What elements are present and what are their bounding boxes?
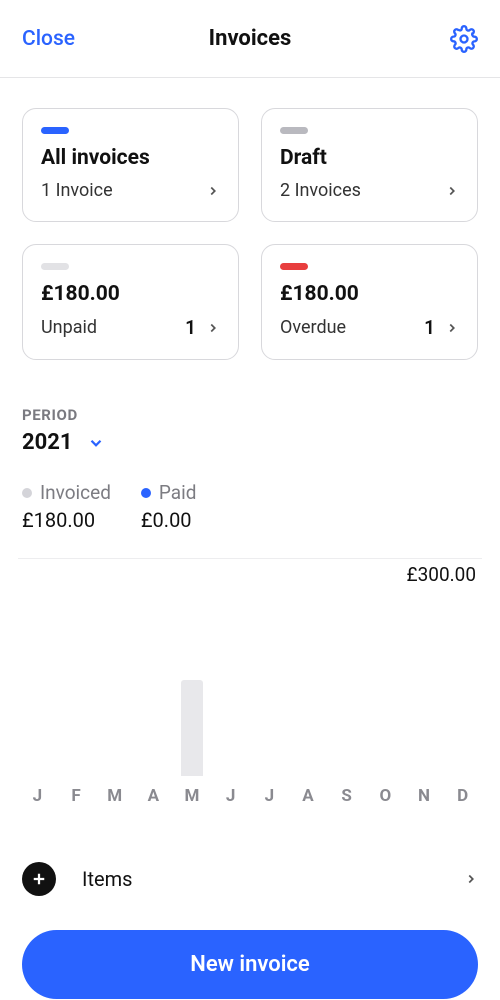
card-amount: £180.00 — [41, 282, 220, 306]
status-chip — [280, 127, 308, 134]
month-label: J — [250, 786, 289, 806]
legend-dot-icon — [22, 488, 32, 498]
card-subtitle: 1 Invoice — [41, 180, 113, 201]
month-label: J — [211, 786, 250, 806]
status-chip — [41, 127, 69, 134]
bar-cell — [95, 606, 134, 776]
bar-cell — [18, 606, 57, 776]
card-title: All invoices — [41, 146, 220, 170]
legend-name: Invoiced — [40, 481, 111, 504]
bar-cell — [211, 606, 250, 776]
bar-cell — [57, 606, 96, 776]
month-label: D — [443, 786, 482, 806]
month-label: O — [366, 786, 405, 806]
app-header: Close Invoices — [0, 0, 500, 78]
chevron-right-icon — [206, 321, 220, 335]
chevron-down-icon — [87, 434, 105, 452]
chevron-right-icon — [464, 872, 478, 886]
month-label: M — [95, 786, 134, 806]
legend-value: £0.00 — [141, 508, 197, 532]
bar-invoiced — [181, 680, 203, 776]
legend-invoiced: Invoiced £180.00 — [22, 481, 111, 532]
items-label: Items — [82, 867, 132, 891]
add-item-button[interactable] — [22, 862, 56, 896]
month-label: F — [57, 786, 96, 806]
chart-bars — [18, 606, 482, 776]
year-selector[interactable]: 2021 — [22, 430, 478, 455]
status-chip — [280, 263, 308, 270]
month-label: A — [289, 786, 328, 806]
card-overdue[interactable]: £180.00 Overdue 1 — [261, 244, 478, 360]
month-label: N — [405, 786, 444, 806]
month-label: M — [173, 786, 212, 806]
card-count: 1 — [424, 316, 435, 339]
bar-cell — [173, 606, 212, 776]
bar-cell — [289, 606, 328, 776]
chevron-right-icon — [206, 184, 220, 198]
card-subtitle: 2 Invoices — [280, 180, 361, 201]
legend-name: Paid — [159, 481, 197, 504]
legend-paid: Paid £0.00 — [141, 481, 197, 532]
card-all-invoices[interactable]: All invoices 1 Invoice — [22, 108, 239, 222]
year-value: 2021 — [22, 430, 73, 455]
month-label: J — [18, 786, 57, 806]
legend-value: £180.00 — [22, 508, 111, 532]
card-amount: £180.00 — [280, 282, 459, 306]
card-label: Overdue — [280, 317, 346, 338]
chevron-right-icon — [445, 184, 459, 198]
y-axis-max-label: £300.00 — [18, 563, 482, 586]
new-invoice-button[interactable]: New invoice — [22, 930, 478, 999]
bar-cell — [443, 606, 482, 776]
bar-cell — [134, 606, 173, 776]
chart-legend: Invoiced £180.00 Paid £0.00 — [22, 481, 478, 532]
invoice-chart: £300.00 JFMAMJJASOND — [0, 558, 500, 806]
x-axis-labels: JFMAMJJASOND — [18, 786, 482, 806]
month-label: S — [327, 786, 366, 806]
page-title: Invoices — [209, 26, 292, 51]
period-section: PERIOD 2021 Invoiced £180.00 Paid £0.00 — [0, 360, 500, 532]
items-row[interactable]: Items — [22, 862, 478, 896]
bar-cell — [250, 606, 289, 776]
bar-cell — [366, 606, 405, 776]
month-label: A — [134, 786, 173, 806]
summary-cards: All invoices 1 Invoice Draft 2 Invoices … — [0, 78, 500, 360]
gear-icon — [450, 25, 478, 53]
card-title: Draft — [280, 146, 459, 170]
settings-button[interactable] — [450, 25, 478, 53]
plus-icon — [30, 870, 48, 888]
status-chip — [41, 263, 69, 270]
bar-cell — [327, 606, 366, 776]
close-button[interactable]: Close — [22, 27, 75, 51]
legend-dot-icon — [141, 488, 151, 498]
card-label: Unpaid — [41, 317, 97, 338]
chevron-right-icon — [445, 321, 459, 335]
card-unpaid[interactable]: £180.00 Unpaid 1 — [22, 244, 239, 360]
bar-cell — [405, 606, 444, 776]
period-label: PERIOD — [22, 406, 478, 424]
card-count: 1 — [185, 316, 196, 339]
card-draft[interactable]: Draft 2 Invoices — [261, 108, 478, 222]
